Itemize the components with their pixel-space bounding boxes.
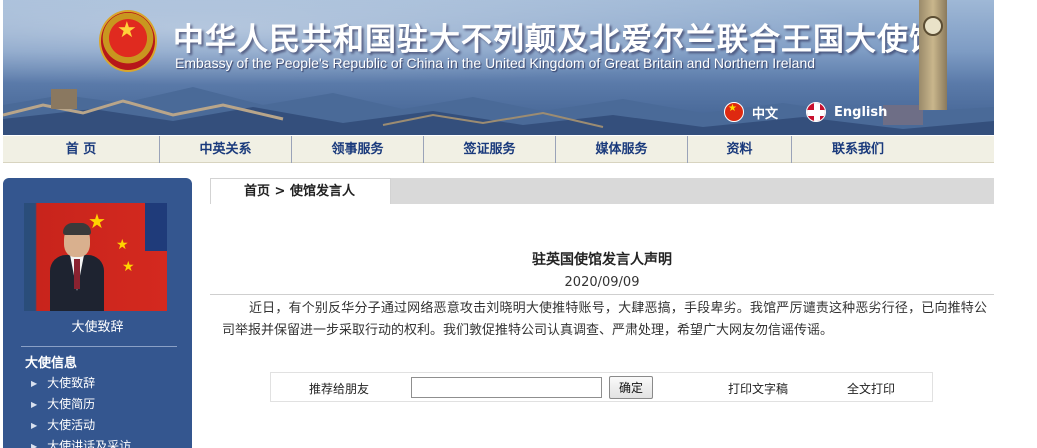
china-flag-icon bbox=[724, 102, 744, 122]
lang-en-label: English bbox=[834, 104, 888, 120]
nav-item-visa[interactable]: 签证服务 bbox=[424, 136, 556, 163]
sidebar-item-resume[interactable]: ▶ 大使简历 bbox=[31, 396, 131, 417]
sidebar-list: ▶ 大使致辞 ▶ 大使简历 ▶ 大使活动 ▶ 大使讲话及采访 bbox=[31, 375, 131, 448]
sidebar-item-interviews[interactable]: ▶ 大使讲话及采访 bbox=[31, 438, 131, 448]
lang-cn-label: 中文 bbox=[752, 106, 779, 122]
recommend-label: 推荐给朋友 bbox=[309, 382, 370, 396]
lang-switch-en[interactable]: English bbox=[806, 102, 887, 122]
article-body: 近日，有个别反华分子通过网络恶意攻击刘晓明大使推特账号，大肆恶搞，手段卑劣。我馆… bbox=[222, 301, 987, 338]
sidebar-item-label: 大使活动 bbox=[47, 418, 96, 432]
photo-caption[interactable]: 大使致辞 bbox=[3, 316, 192, 335]
print-text-link[interactable]: 打印文字稿 bbox=[728, 380, 788, 397]
sidebar-item-label: 大使讲话及采访 bbox=[47, 439, 132, 448]
breadcrumb-home-link[interactable]: 首页 bbox=[244, 184, 270, 199]
nav-item-contact[interactable]: 联系我们 bbox=[792, 136, 924, 163]
national-emblem-icon: ★ bbox=[99, 10, 157, 72]
recommend-email-input[interactable] bbox=[411, 377, 602, 398]
nav-item-consular[interactable]: 领事服务 bbox=[292, 136, 424, 163]
lang-switch-cn[interactable]: 中文 bbox=[724, 102, 778, 122]
embassy-title-cn: 中华人民共和国驻大不列颠及北爱尔兰联合王国大使馆 bbox=[173, 22, 941, 58]
article-title: 驻英国使馆发言人声明 bbox=[532, 252, 672, 268]
bullet-arrow-icon: ▶ bbox=[31, 421, 38, 430]
bullet-arrow-icon: ▶ bbox=[31, 400, 38, 409]
sidebar-item-activities[interactable]: ▶ 大使活动 bbox=[31, 417, 131, 438]
breadcrumb: 首页 > 使馆发言人 bbox=[210, 178, 391, 204]
sidebar: ★ ★ ★ 大使致辞 大使信息 ▶ 大使致辞 ▶ 大使简历 ▶ 大使活动 ▶ 大使讲话及… bbox=[3, 178, 192, 448]
nav-item-resources[interactable]: 资料 bbox=[688, 136, 792, 163]
header-banner: ★ 中华人民共和国驻大不列颠及北爱尔兰联合王国大使馆 Embassy of th… bbox=[3, 0, 994, 135]
sidebar-item-speech[interactable]: ▶ 大使致辞 bbox=[31, 375, 131, 396]
nav-item-home[interactable]: 首 页 bbox=[3, 136, 160, 163]
nav-item-relations[interactable]: 中英关系 bbox=[160, 136, 292, 163]
print-all-link[interactable]: 全文打印 bbox=[847, 380, 895, 397]
breadcrumb-separator: > bbox=[274, 184, 286, 199]
ambassador-photo[interactable]: ★ ★ ★ bbox=[24, 203, 167, 311]
nav-item-media[interactable]: 媒体服务 bbox=[556, 136, 688, 163]
sidebar-section-title: 大使信息 bbox=[25, 356, 78, 371]
sidebar-item-label: 大使致辞 bbox=[47, 376, 96, 390]
page: ★ 中华人民共和国驻大不列颠及北爱尔兰联合王国大使馆 Embassy of th… bbox=[0, 0, 1037, 448]
article-date: 2020/09/09 bbox=[564, 275, 640, 290]
sidebar-divider bbox=[21, 346, 177, 347]
breadcrumb-current-link[interactable]: 使馆发言人 bbox=[290, 184, 355, 199]
embassy-title-en: Embassy of the People's Republic of Chin… bbox=[175, 55, 816, 71]
sidebar-item-label: 大使简历 bbox=[47, 397, 96, 411]
confirm-button[interactable]: 确定 bbox=[609, 376, 653, 399]
bullet-arrow-icon: ▶ bbox=[31, 442, 38, 448]
uk-flag-icon bbox=[806, 102, 826, 122]
article-tools: 推荐给朋友 确定 打印文字稿 全文打印 bbox=[270, 372, 933, 402]
title-divider bbox=[210, 294, 994, 295]
big-ben-image bbox=[919, 0, 947, 110]
breadcrumb-bar: 首页 > 使馆发言人 bbox=[210, 178, 994, 204]
main-nav: 首 页 中英关系 领事服务 签证服务 媒体服务 资料 联系我们 bbox=[3, 136, 994, 163]
bullet-arrow-icon: ▶ bbox=[31, 379, 38, 388]
